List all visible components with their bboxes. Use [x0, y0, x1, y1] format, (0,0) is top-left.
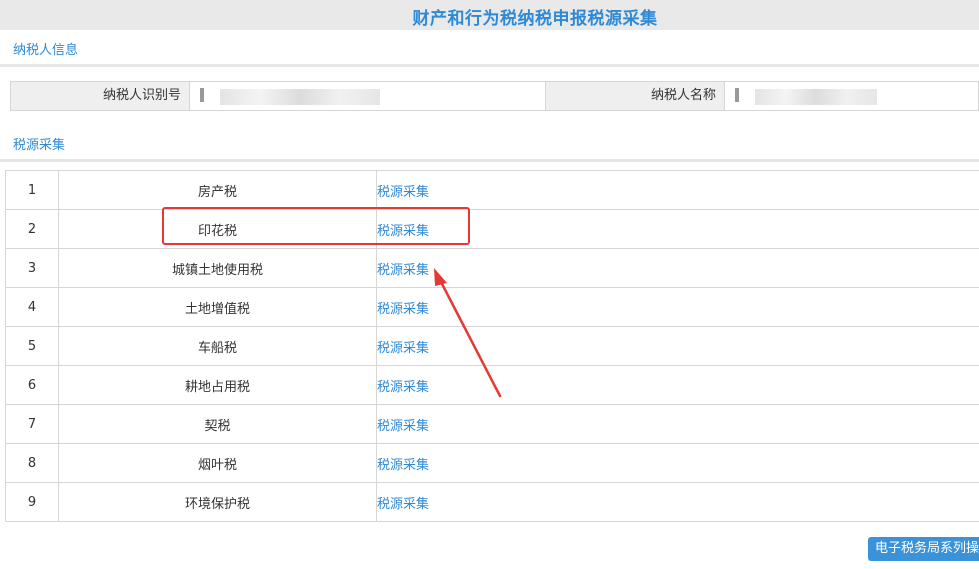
- operation-manual-button[interactable]: 电子税务局系列操作手册: [868, 537, 979, 561]
- arrow-annotation: [434, 268, 502, 398]
